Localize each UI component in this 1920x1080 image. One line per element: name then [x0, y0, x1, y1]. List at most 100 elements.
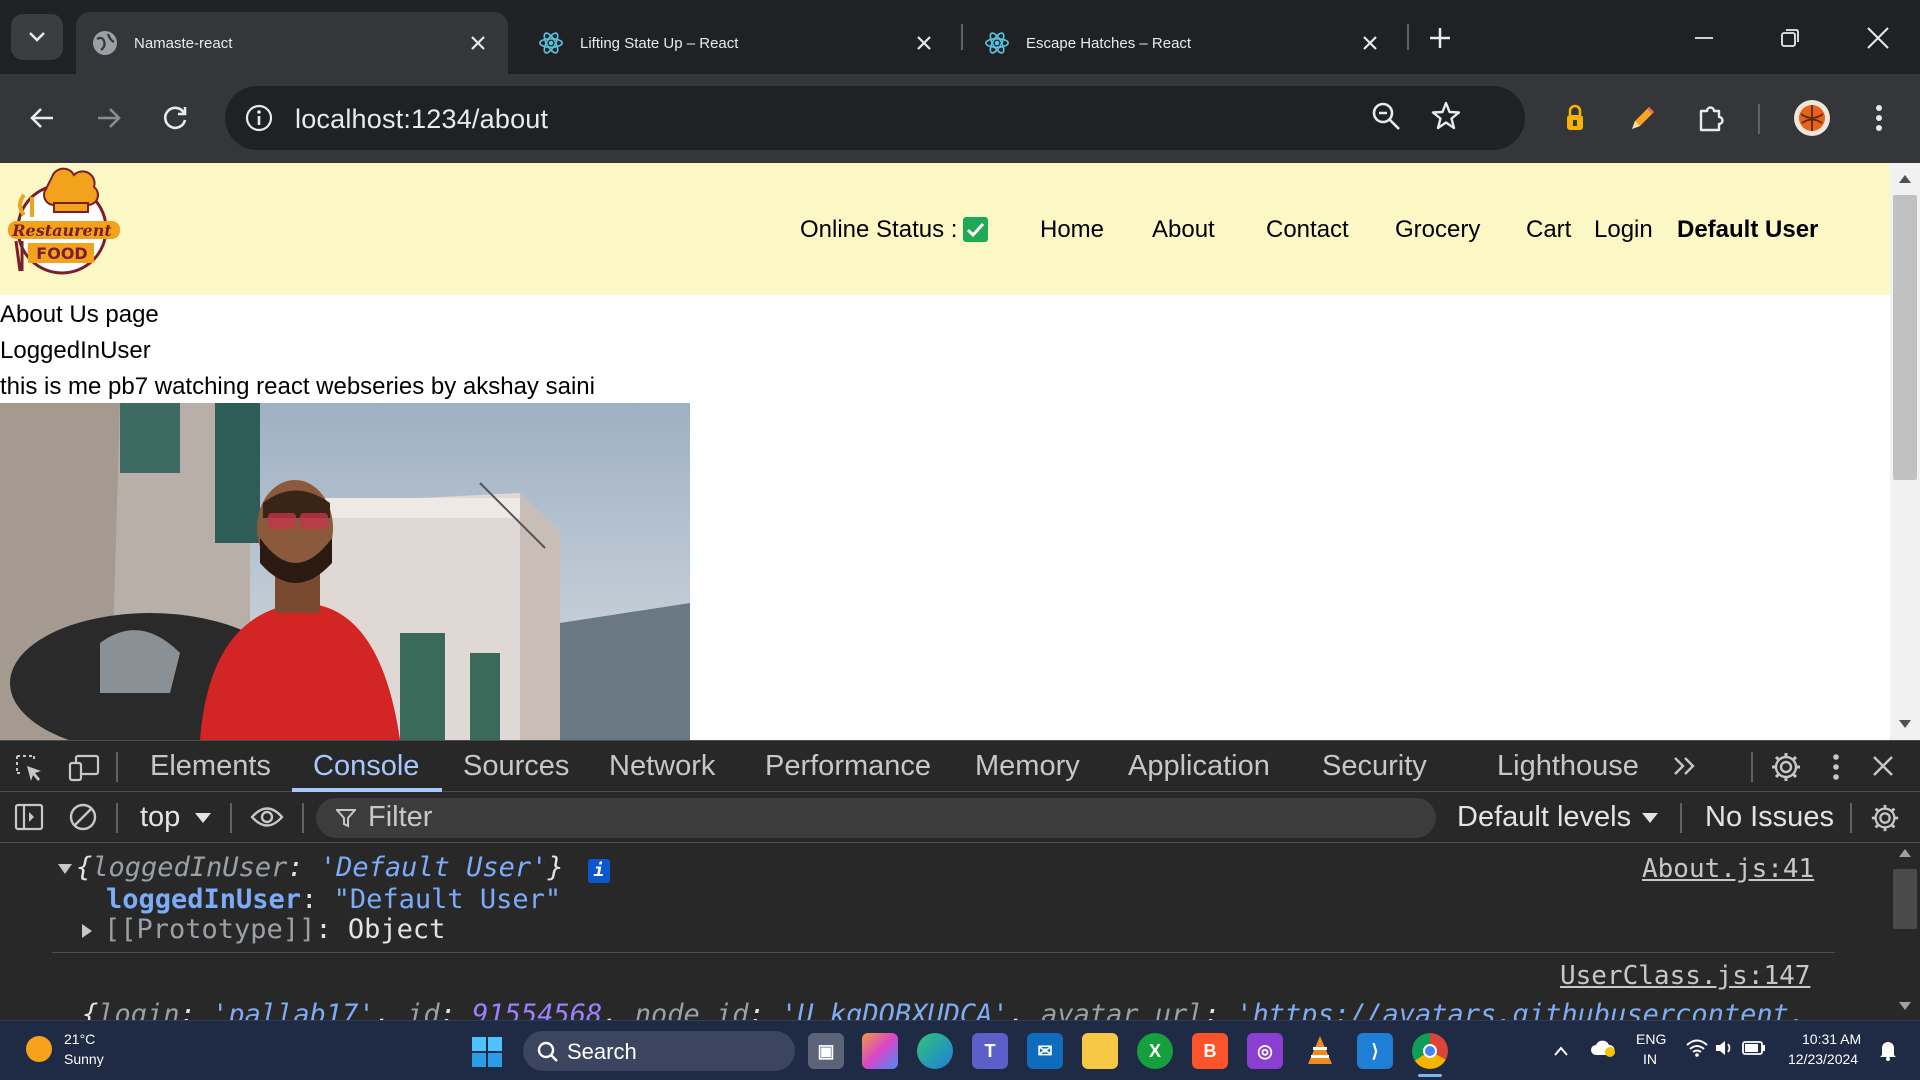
tab-escape-hatches[interactable]: Escape Hatches – React	[968, 12, 1400, 74]
console-scrollbar[interactable]	[1890, 845, 1920, 1020]
extensions-puzzle-icon[interactable]	[1689, 96, 1733, 140]
taskbar-search-box[interactable]: Search	[523, 1031, 795, 1071]
source-link[interactable]: About.js:41	[1642, 854, 1814, 884]
nav-grocery-link[interactable]: Grocery	[1395, 216, 1480, 244]
close-icon[interactable]	[466, 31, 490, 55]
tab-security[interactable]: Security	[1322, 750, 1427, 783]
vlc-icon[interactable]	[1302, 1033, 1338, 1069]
nav-home-link[interactable]: Home	[1040, 216, 1104, 244]
close-icon[interactable]	[1358, 31, 1382, 55]
forward-button[interactable]	[87, 96, 131, 140]
url-text[interactable]: localhost:1234/about	[295, 104, 548, 135]
wifi-icon[interactable]	[1686, 1039, 1708, 1062]
source-link[interactable]: UserClass.js:147	[1560, 961, 1810, 991]
separator	[1751, 752, 1753, 782]
weather-desc[interactable]: Sunny	[64, 1051, 104, 1067]
login-button[interactable]: Login	[1594, 216, 1653, 244]
clock-time[interactable]: 10:31 AM	[1802, 1031, 1861, 1047]
log-levels-dropdown[interactable]: Default levels	[1457, 801, 1631, 834]
context-selector[interactable]: top	[140, 801, 180, 834]
zoom-icon[interactable]	[1370, 100, 1406, 136]
clock-date[interactable]: 12/23/2024	[1788, 1051, 1858, 1067]
instagram-icon[interactable]: ◎	[1247, 1033, 1283, 1069]
xbox-icon[interactable]: X	[1137, 1033, 1173, 1069]
site-info-icon[interactable]	[241, 100, 277, 136]
teams-icon[interactable]: T	[972, 1033, 1008, 1069]
reload-button[interactable]	[154, 96, 198, 140]
login-key: login	[98, 999, 180, 1021]
tab-separator	[961, 24, 963, 50]
new-tab-button[interactable]	[1420, 18, 1460, 58]
restore-button[interactable]	[1770, 18, 1810, 58]
more-tabs-icon[interactable]	[1672, 755, 1698, 782]
chrome-browser-icon[interactable]	[1412, 1033, 1448, 1069]
devtools-menu-icon[interactable]	[1832, 753, 1840, 786]
console-entry-summary[interactable]: {loggedInUser: 'Default User'} i	[58, 852, 610, 883]
tab-separator	[1407, 24, 1409, 50]
console-filter-input[interactable]: Filter	[316, 798, 1436, 838]
console-scrollbar-thumb[interactable]	[1893, 869, 1917, 929]
close-icon[interactable]	[912, 31, 936, 55]
copilot-icon[interactable]	[862, 1033, 898, 1069]
live-expression-eye-icon[interactable]	[250, 804, 284, 835]
tab-namaste-react[interactable]: Namaste-react	[76, 12, 508, 74]
console-prototype-row[interactable]: [[Prototype]]: Object	[82, 914, 445, 945]
tab-elements[interactable]: Elements	[150, 750, 271, 783]
minimize-button[interactable]	[1684, 18, 1724, 58]
globe-icon	[92, 30, 118, 56]
console-entry-summary[interactable]: {login: 'pallab17', id: 91554568, node_i…	[82, 999, 1805, 1021]
address-bar[interactable]: localhost:1234/about	[225, 86, 1525, 150]
file-explorer-icon[interactable]	[1082, 1033, 1118, 1069]
console-settings-gear-icon[interactable]	[1870, 803, 1900, 838]
language-region[interactable]: IN	[1643, 1051, 1657, 1067]
menu-kebab-icon[interactable]	[1857, 96, 1901, 140]
nav-contact-link[interactable]: Contact	[1266, 216, 1349, 244]
back-button[interactable]	[20, 96, 64, 140]
extension-pencil-icon[interactable]	[1621, 96, 1665, 140]
tab-sources[interactable]: Sources	[463, 750, 569, 783]
tab-memory[interactable]: Memory	[975, 750, 1080, 783]
sun-weather-icon[interactable]	[26, 1036, 52, 1062]
bookmark-star-icon[interactable]	[1430, 100, 1466, 136]
page-scrollbar-thumb[interactable]	[1893, 195, 1917, 480]
task-view-icon[interactable]: ▣	[808, 1033, 844, 1069]
windows-start-icon[interactable]	[472, 1037, 502, 1072]
tab-network[interactable]: Network	[609, 750, 715, 783]
login-value: 'pallab17'	[212, 999, 375, 1021]
tab-lighthouse[interactable]: Lighthouse	[1497, 750, 1639, 783]
inspect-element-icon[interactable]	[14, 753, 44, 788]
tab-console[interactable]: Console	[313, 750, 419, 783]
tab-lifting-state-up[interactable]: Lifting State Up – React	[522, 12, 954, 74]
edge-browser-icon[interactable]	[917, 1033, 953, 1069]
issues-counter[interactable]: No Issues	[1705, 801, 1834, 834]
separator	[116, 803, 118, 833]
brave-browser-icon[interactable]: B	[1192, 1033, 1228, 1069]
restaurant-logo[interactable]: Restaurent FOOD	[2, 167, 120, 277]
tab-performance[interactable]: Performance	[765, 750, 931, 783]
separator	[1850, 803, 1852, 833]
mail-icon[interactable]: ✉	[1027, 1033, 1063, 1069]
weather-temp[interactable]: 21°C	[64, 1031, 95, 1047]
nav-about-link[interactable]: About	[1152, 216, 1215, 244]
settings-gear-icon[interactable]	[1770, 751, 1802, 788]
nav-cart-link[interactable]: Cart	[1526, 216, 1571, 244]
language-code[interactable]: ENG	[1636, 1031, 1666, 1047]
profile-avatar[interactable]	[1790, 96, 1834, 140]
device-toolbar-icon[interactable]	[68, 753, 100, 788]
windows-taskbar: 21°C Sunny Search ▣ T ✉ X B ◎ ⟩ ENG IN 1…	[0, 1020, 1920, 1080]
notification-bell-icon[interactable]	[1878, 1039, 1898, 1066]
extension-lock-icon[interactable]	[1553, 96, 1597, 140]
vscode-icon[interactable]: ⟩	[1357, 1033, 1393, 1069]
tab-search-button[interactable]	[11, 14, 63, 60]
battery-icon[interactable]	[1742, 1040, 1766, 1061]
toolbar-separator	[1758, 104, 1760, 134]
onedrive-icon[interactable]	[1590, 1039, 1616, 1062]
info-badge-icon[interactable]: i	[587, 859, 610, 883]
tab-application[interactable]: Application	[1128, 750, 1270, 783]
volume-icon[interactable]	[1714, 1039, 1734, 1062]
clear-console-icon[interactable]	[68, 802, 98, 837]
sidebar-toggle-icon[interactable]	[14, 802, 44, 837]
chevron-up-icon[interactable]	[1553, 1043, 1569, 1061]
close-devtools-icon[interactable]	[1872, 755, 1894, 782]
close-window-button[interactable]	[1858, 18, 1898, 58]
